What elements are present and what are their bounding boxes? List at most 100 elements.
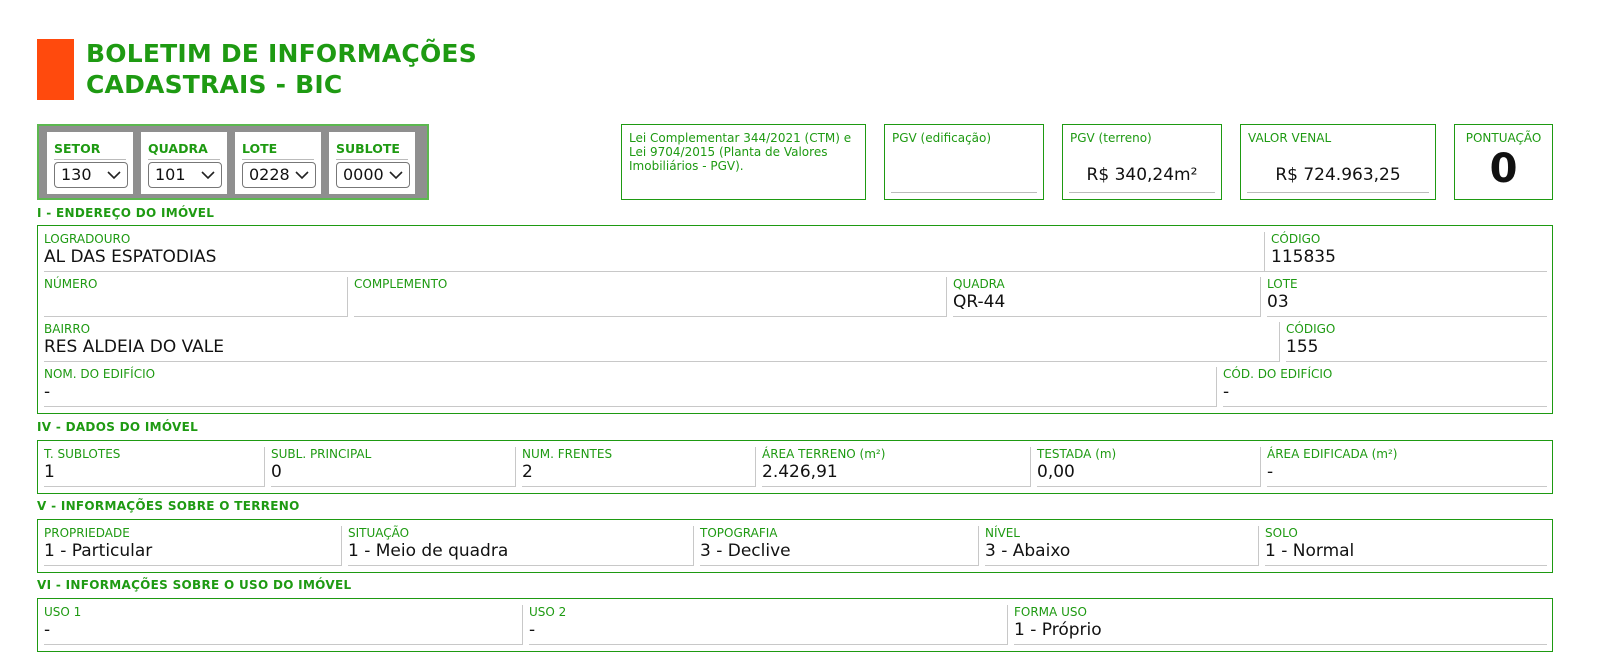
quadra-value: QR-44 [953, 292, 1006, 312]
page-title: BOLETIM DE INFORMAÇÕES CADASTRAIS - BIC [86, 38, 477, 100]
subl-principal-field: SUBL. PRINCIPAL 0 [271, 447, 515, 487]
dados-section-title: IV - DADOS DO IMÓVEL [37, 420, 199, 434]
divider [891, 192, 1037, 193]
divider [946, 277, 947, 317]
logradouro-value: AL DAS ESPATODIAS [44, 247, 217, 267]
subl-principal-value: 0 [271, 462, 282, 482]
divider [693, 526, 694, 566]
subl-principal-label: SUBL. PRINCIPAL [271, 447, 372, 461]
divider [985, 565, 1258, 566]
uso1-field: USO 1 - [44, 605, 522, 645]
area-terreno-label: ÁREA TERRENO (m²) [762, 447, 886, 461]
quadra-label: QUADRA [953, 277, 1005, 291]
testada-value: 0,00 [1037, 462, 1075, 482]
t-sublotes-field: T. SUBLOTES 1 [44, 447, 264, 487]
nivel-label: NÍVEL [985, 526, 1020, 540]
dados-section: T. SUBLOTES 1 SUBL. PRINCIPAL 0 NUM. FRE… [37, 440, 1553, 494]
divider [953, 316, 1260, 317]
testada-field: TESTADA (m) 0,00 [1037, 447, 1260, 487]
divider [1265, 565, 1547, 566]
legal-note-line2: Lei 9704/2015 (Planta de Valores [629, 145, 828, 159]
property-selector: SETOR 130 QUADRA 101 LOTE 0228 SUBLOTE 0… [37, 124, 429, 200]
uso1-value: - [44, 620, 51, 640]
divider [44, 271, 1301, 272]
divider [264, 447, 265, 487]
area-edificada-field: ÁREA EDIFICADA (m²) - [1267, 447, 1547, 487]
nome-edificio-label: NOM. DO EDIFÍCIO [44, 367, 156, 381]
divider [978, 526, 979, 566]
divider [1030, 447, 1031, 487]
divider [1267, 316, 1547, 317]
pgv-terreno-label: PGV (terreno) [1070, 131, 1152, 145]
bairro-label: BAIRRO [44, 322, 91, 336]
divider [44, 486, 264, 487]
divider [700, 565, 978, 566]
bairro-field: BAIRRO RES ALDEIA DO VALE [44, 322, 1279, 362]
complemento-field: COMPLEMENTO [354, 277, 946, 317]
pontuacao-value: 0 [1489, 146, 1518, 192]
endereco-section: LOGRADOURO AL DAS ESPATODIAS CÓDIGO 1158… [37, 225, 1553, 414]
quadra-select[interactable]: 101 [148, 162, 222, 188]
uso1-label: USO 1 [44, 605, 82, 619]
situacao-field: SITUAÇÃO 1 - Meio de quadra [348, 526, 693, 566]
area-terreno-field: ÁREA TERRENO (m²) 2.426,91 [762, 447, 1030, 487]
page-title-line2: CADASTRAIS - BIC [86, 70, 343, 99]
lote-value: 03 [1267, 292, 1289, 312]
num-frentes-label: NUM. FRENTES [522, 447, 613, 461]
divider [44, 361, 1279, 362]
cod-edificio-label: CÓD. DO EDIFÍCIO [1223, 367, 1333, 381]
divider [1279, 322, 1280, 362]
divider [1260, 277, 1261, 317]
topografia-field: TOPOGRAFIA 3 - Declive [700, 526, 978, 566]
divider [148, 159, 220, 160]
logradouro-field: LOGRADOURO AL DAS ESPATODIAS [44, 232, 1301, 272]
terreno-section: PROPRIEDADE 1 - Particular SITUAÇÃO 1 - … [37, 519, 1553, 573]
divider [522, 486, 755, 487]
logradouro-label: LOGRADOURO [44, 232, 131, 246]
setor-select[interactable]: 130 [54, 162, 128, 188]
sublote-select[interactable]: 0000 [336, 162, 410, 188]
lote-card: LOTE 0228 [235, 132, 321, 194]
codigo-logradouro-value: 115835 [1271, 247, 1336, 267]
codigo-logradouro-label: CÓDIGO [1271, 232, 1321, 246]
cod-edificio-field: CÓD. DO EDIFÍCIO - [1223, 367, 1547, 407]
divider [271, 486, 515, 487]
divider [347, 277, 348, 317]
bairro-value: RES ALDEIA DO VALE [44, 337, 224, 357]
divider [44, 644, 522, 645]
quadra-label: QUADRA [148, 141, 208, 156]
num-frentes-field: NUM. FRENTES 2 [522, 447, 755, 487]
chevron-down-icon [389, 171, 403, 180]
endereco-section-title: I - ENDEREÇO DO IMÓVEL [37, 206, 215, 220]
chevron-down-icon [201, 171, 215, 180]
divider [1267, 486, 1547, 487]
divider [1260, 447, 1261, 487]
lote-select[interactable]: 0228 [242, 162, 316, 188]
chevron-down-icon [107, 171, 121, 180]
solo-label: SOLO [1265, 526, 1298, 540]
sublote-label: SUBLOTE [336, 141, 400, 156]
divider [354, 316, 946, 317]
uso2-value: - [529, 620, 536, 640]
testada-label: TESTADA (m) [1037, 447, 1117, 461]
cod-edificio-value: - [1223, 382, 1230, 402]
pgv-edificacao-label: PGV (edificação) [892, 131, 992, 145]
divider [1007, 605, 1008, 645]
pontuacao-label: PONTUAÇÃO [1465, 131, 1542, 145]
logo-block [37, 39, 74, 100]
divider [1258, 526, 1259, 566]
sublote-value: 0000 [343, 165, 384, 184]
divider [755, 447, 756, 487]
quadra-value: 101 [155, 165, 186, 184]
t-sublotes-value: 1 [44, 462, 55, 482]
pgv-terreno-box: PGV (terreno) R$ 340,24m² [1062, 124, 1222, 200]
divider [1223, 406, 1547, 407]
pgv-terreno-value: R$ 340,24m² [1086, 165, 1198, 185]
nome-edificio-value: - [44, 382, 51, 402]
area-edificada-label: ÁREA EDIFICADA (m²) [1267, 447, 1398, 461]
divider [1037, 486, 1260, 487]
divider [515, 447, 516, 487]
uso2-label: USO 2 [529, 605, 567, 619]
valor-venal-value: R$ 724.963,25 [1275, 165, 1401, 185]
complemento-label: COMPLEMENTO [354, 277, 448, 291]
